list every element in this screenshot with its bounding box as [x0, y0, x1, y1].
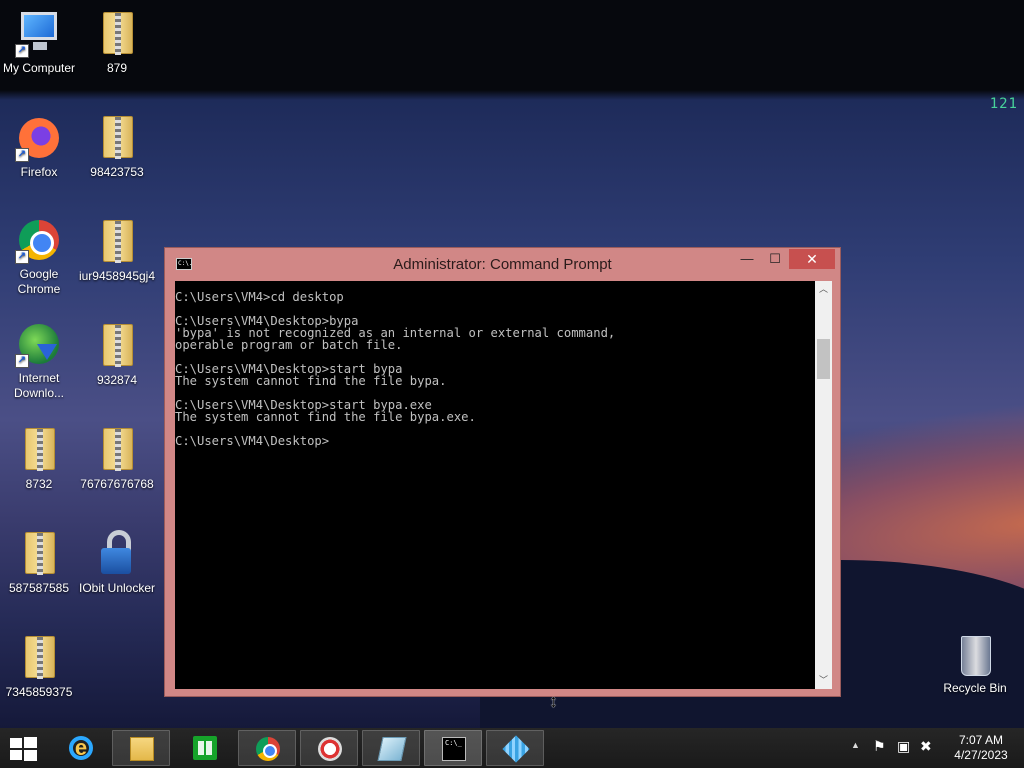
desktop-icon-8732[interactable]: 8732 — [0, 426, 78, 492]
vertical-scrollbar[interactable]: ︿ ﹀ — [815, 281, 832, 689]
zip-folder-icon — [93, 10, 141, 58]
clock-time: 7:07 AM — [958, 733, 1004, 747]
taskbar-file-explorer[interactable] — [112, 730, 170, 766]
window-titlebar[interactable]: C:\. Administrator: Command Prompt — ☐ ✕ — [165, 248, 840, 280]
desktop-icon-7345859375[interactable]: 7345859375 — [0, 634, 78, 700]
firefox-icon: ↗ — [15, 114, 63, 162]
chrome-icon: ↗ — [15, 216, 63, 264]
taskbar-internet-explorer[interactable]: e — [52, 730, 110, 766]
desktop-icon-label: 8732 — [25, 477, 53, 491]
zip-folder-icon — [93, 218, 141, 266]
scroll-up-arrow-icon[interactable]: ︿ — [815, 281, 832, 298]
desktop-icon-firefox[interactable]: ↗ Firefox — [0, 114, 78, 180]
zip-folder-icon — [93, 322, 141, 370]
desktop-icon-label: 7345859375 — [5, 685, 73, 699]
start-button[interactable] — [10, 737, 38, 761]
console-line: The system cannot find the file bypa.exe… — [175, 410, 476, 424]
taskbar-store[interactable] — [176, 730, 234, 766]
desktop-icon-recycle-bin[interactable]: Recycle Bin — [936, 630, 1014, 696]
zip-folder-icon — [15, 530, 63, 578]
desktop-icon-label: Internet Downlo... — [13, 371, 65, 400]
recycle-bin-icon — [951, 630, 999, 678]
idm-icon: ↗ — [15, 320, 63, 368]
desktop-icon-label: 587587585 — [8, 581, 70, 595]
scroll-thumb[interactable] — [817, 339, 830, 379]
store-icon — [193, 736, 217, 760]
taskbar-snipping-tool[interactable] — [300, 730, 358, 766]
desktop-icon-label: 879 — [106, 61, 128, 75]
internet-explorer-icon: e — [69, 736, 93, 760]
resize-cursor-icon: ↕ — [549, 691, 558, 711]
taskbar-command-prompt[interactable]: C:\_ — [424, 730, 482, 766]
desktop-icon-76767676768[interactable]: 76767676768 — [78, 426, 156, 492]
action-center-flag-icon[interactable]: ⚑ — [873, 738, 886, 768]
desktop-icon-932874[interactable]: 932874 — [78, 322, 156, 388]
notes-icon — [377, 737, 407, 761]
zip-folder-icon — [15, 634, 63, 682]
command-prompt-window[interactable]: C:\. Administrator: Command Prompt — ☐ ✕… — [164, 247, 841, 697]
file-explorer-icon — [130, 737, 154, 761]
desktop-icon-label: My Computer — [2, 61, 76, 75]
desktop-icon-label: 932874 — [96, 373, 138, 387]
zip-folder-icon — [93, 114, 141, 162]
desktop-icon-label: iur9458945gj4 — [78, 269, 156, 283]
desktop-icon-label: IObit Unlocker — [78, 581, 156, 595]
cube-app-icon — [502, 735, 530, 763]
console-output[interactable]: C:\Users\VM4>cd desktop C:\Users\VM4\Desk… — [175, 281, 815, 689]
zip-folder-icon — [15, 426, 63, 474]
computer-icon: ↗ — [15, 10, 63, 58]
close-button[interactable]: ✕ — [789, 249, 835, 269]
zip-folder-icon — [93, 426, 141, 474]
corner-counter: 121 — [989, 96, 1018, 112]
show-hidden-icons-icon[interactable]: ▲ — [851, 740, 860, 768]
console-line: C:\Users\VM4>cd desktop — [175, 290, 344, 304]
command-prompt-icon: C:\_ — [442, 737, 466, 761]
scroll-down-arrow-icon[interactable]: ﹀ — [815, 672, 832, 689]
desktop-icon-google-chrome[interactable]: ↗ Google Chrome — [0, 216, 78, 297]
taskbar-app-cube[interactable] — [486, 730, 544, 766]
chrome-icon — [256, 737, 280, 761]
desktop-icon-label: Recycle Bin — [943, 681, 1007, 695]
network-icon[interactable]: ▣ — [897, 738, 910, 768]
taskbar-chrome[interactable] — [238, 730, 296, 766]
desktop-icon-iur9458945gj4[interactable]: iur9458945gj4 — [78, 218, 156, 284]
volume-muted-icon[interactable]: ✖ — [920, 738, 932, 768]
desktop-icon-587587585[interactable]: 587587585 — [0, 530, 78, 596]
console-line: C:\Users\VM4\Desktop> — [175, 434, 330, 448]
maximize-button[interactable]: ☐ — [761, 249, 789, 269]
clock-date: 4/27/2023 — [954, 748, 1008, 762]
snipping-tool-icon — [318, 737, 342, 761]
taskbar: e C:\_ ▲ ⚑ ▣ ✖ 7:07 AM 4/27/2023 — [0, 728, 1024, 768]
unlock-icon — [93, 530, 141, 578]
desktop-icon-my-computer[interactable]: ↗ My Computer — [0, 10, 78, 76]
desktop-icon-label: Google Chrome — [17, 267, 61, 296]
taskbar-clock[interactable]: 7:07 AM 4/27/2023 — [948, 733, 1014, 763]
desktop-icon-label: 98423753 — [90, 165, 144, 179]
console-line: operable program or batch file. — [175, 338, 403, 352]
taskbar-notes[interactable] — [362, 730, 420, 766]
desktop-icon-label: 76767676768 — [80, 477, 154, 491]
desktop-icon-879[interactable]: 879 — [78, 10, 156, 76]
desktop-icon-internet-download-manager[interactable]: ↗ Internet Downlo... — [0, 320, 78, 401]
desktop-icon-iobit-unlocker[interactable]: IObit Unlocker — [78, 530, 156, 596]
desktop-icon-label: Firefox — [20, 165, 58, 179]
desktop-icon-98423753[interactable]: 98423753 — [78, 114, 156, 180]
console-line: The system cannot find the file bypa. — [175, 374, 447, 388]
minimize-button[interactable]: — — [733, 249, 761, 269]
